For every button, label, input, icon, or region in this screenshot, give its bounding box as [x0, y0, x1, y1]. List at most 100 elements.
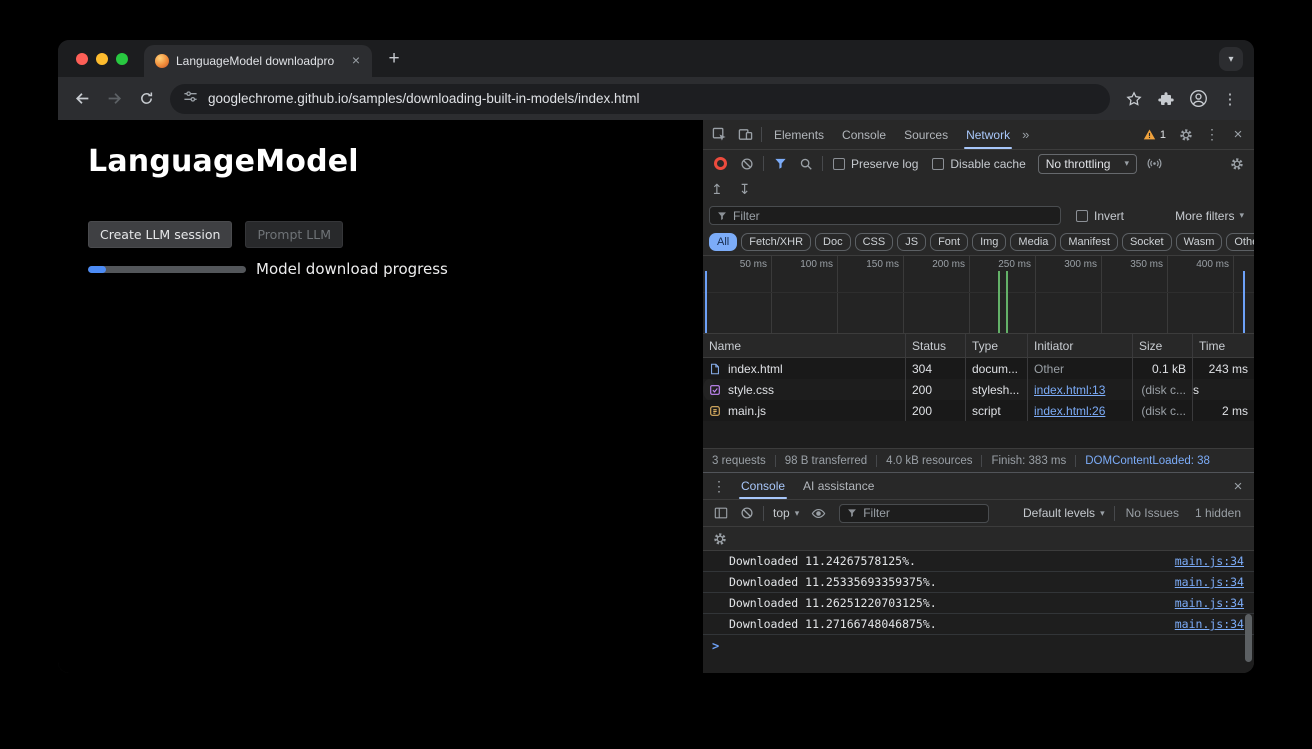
network-filter-input[interactable]: [733, 209, 1053, 223]
macos-fullscreen-button[interactable]: [116, 53, 128, 65]
back-button[interactable]: [66, 83, 98, 115]
tab-close-icon[interactable]: ×: [348, 53, 364, 69]
filter-chip-font[interactable]: Font: [930, 233, 968, 251]
prompt-llm-button[interactable]: Prompt LLM: [245, 221, 343, 248]
column-header-time[interactable]: Time: [1192, 334, 1254, 357]
import-har-button[interactable]: ↥: [711, 181, 723, 198]
scrollbar-thumb[interactable]: [1245, 614, 1252, 662]
network-filter-input-box[interactable]: [709, 206, 1061, 225]
drawer-close-button[interactable]: ×: [1225, 474, 1251, 498]
network-overview-timeline[interactable]: 50 ms 100 ms 150 ms 200 ms 250 ms 300 ms…: [703, 255, 1254, 334]
table-row[interactable]: index.html 304 docum... Other 0.1 kB 243…: [703, 358, 1254, 379]
inspect-element-button[interactable]: [706, 123, 732, 147]
filter-chip-all[interactable]: All: [709, 233, 737, 251]
export-har-button[interactable]: ↧: [739, 181, 751, 198]
filter-chip-fetch-xhr[interactable]: Fetch/XHR: [741, 233, 811, 251]
filter-chip-manifest[interactable]: Manifest: [1060, 233, 1118, 251]
url-text: googlechrome.github.io/samples/downloadi…: [208, 91, 640, 106]
filter-chip-media[interactable]: Media: [1010, 233, 1056, 251]
timeline-gridline: [771, 256, 772, 333]
tab-console[interactable]: Console: [833, 120, 895, 149]
reload-button[interactable]: [130, 83, 162, 115]
initiator-link[interactable]: index.html:26: [1034, 404, 1105, 418]
clear-network-log-button[interactable]: [734, 152, 760, 176]
tab-network[interactable]: Network: [957, 120, 1019, 149]
initiator-cell: Other: [1027, 358, 1132, 379]
tab-search-chevron-icon[interactable]: ▾: [1219, 47, 1243, 71]
filter-toggle-button[interactable]: [767, 152, 793, 176]
clear-console-button[interactable]: [734, 501, 760, 525]
forward-button[interactable]: [98, 83, 130, 115]
avatar-icon: [1189, 89, 1208, 108]
drawer-tab-ai-assistance[interactable]: AI assistance: [794, 473, 883, 499]
browser-tab[interactable]: LanguageModel downloadpro ×: [144, 45, 372, 77]
column-header-initiator[interactable]: Initiator: [1027, 334, 1132, 357]
column-header-type[interactable]: Type: [965, 334, 1027, 357]
disable-cache-checkbox[interactable]: Disable cache: [925, 157, 1032, 171]
page-title: LanguageModel: [88, 144, 359, 179]
drawer-tab-console[interactable]: Console: [732, 473, 794, 499]
site-settings-icon[interactable]: [183, 89, 198, 109]
drawer-menu-button[interactable]: ⋮: [706, 474, 732, 498]
preserve-log-checkbox[interactable]: Preserve log: [826, 157, 925, 171]
macos-minimize-button[interactable]: [96, 53, 108, 65]
initiator-link[interactable]: index.html:13: [1034, 383, 1105, 397]
live-expression-button[interactable]: [805, 501, 831, 525]
context-value: top: [773, 506, 790, 520]
tab-favicon-icon: [155, 54, 169, 68]
network-conditions-button[interactable]: [1142, 152, 1168, 176]
tab-sources[interactable]: Sources: [895, 120, 957, 149]
network-search-button[interactable]: [793, 152, 819, 176]
table-row[interactable]: style.css 200 stylesh... index.html:13 (…: [703, 379, 715, 400]
network-settings-button[interactable]: [1224, 152, 1250, 176]
record-network-log-button[interactable]: [714, 157, 727, 170]
more-tabs-icon[interactable]: »: [1019, 127, 1032, 142]
tab-elements[interactable]: Elements: [765, 120, 833, 149]
filter-chip-wasm[interactable]: Wasm: [1176, 233, 1223, 251]
console-source-link[interactable]: main.js:34: [1175, 596, 1244, 610]
column-header-status[interactable]: Status: [905, 334, 965, 357]
filter-chip-doc[interactable]: Doc: [815, 233, 851, 251]
console-source-link[interactable]: main.js:34: [1175, 554, 1244, 568]
console-source-link[interactable]: main.js:34: [1175, 617, 1244, 631]
column-header-size[interactable]: Size: [1132, 334, 1192, 357]
more-filters-dropdown[interactable]: More filters ▾: [1175, 209, 1248, 223]
column-header-name[interactable]: Name: [703, 334, 905, 357]
devtools-menu-button[interactable]: ⋮: [1199, 123, 1225, 147]
macos-close-button[interactable]: [76, 53, 88, 65]
sidebar-icon: [714, 506, 728, 520]
bookmark-star-button[interactable]: [1118, 83, 1150, 115]
search-icon: [799, 157, 813, 171]
document-file-icon: [709, 362, 722, 375]
console-prompt[interactable]: >: [703, 635, 1254, 657]
console-source-link[interactable]: main.js:34: [1175, 575, 1244, 589]
profile-button[interactable]: [1182, 83, 1214, 115]
console-settings-button[interactable]: [707, 527, 733, 551]
browser-menu-button[interactable]: ⋮: [1214, 83, 1246, 115]
new-tab-button[interactable]: +: [380, 45, 408, 73]
filter-chip-img[interactable]: Img: [972, 233, 1006, 251]
console-filter-input-box[interactable]: [839, 504, 989, 523]
network-summary-bar: 3 requests 98 B transferred 4.0 kB resou…: [703, 448, 1254, 472]
devtools-settings-button[interactable]: [1173, 123, 1199, 147]
console-filter-input[interactable]: [863, 506, 981, 520]
devtools-close-button[interactable]: ×: [1225, 123, 1251, 147]
model-download-progress-bar: [88, 266, 246, 273]
issues-badge[interactable]: 1: [1136, 128, 1173, 141]
throttling-select[interactable]: No throttling ▾: [1038, 154, 1137, 174]
invert-checkbox[interactable]: Invert: [1069, 209, 1131, 223]
filter-chip-js[interactable]: JS: [897, 233, 926, 251]
filter-chip-other[interactable]: Other: [1226, 233, 1254, 251]
extensions-button[interactable]: [1150, 83, 1182, 115]
log-levels-select[interactable]: Default levels ▾: [1017, 506, 1111, 520]
filter-chip-socket[interactable]: Socket: [1122, 233, 1172, 251]
hidden-messages-count[interactable]: 1 hidden: [1187, 506, 1249, 520]
address-bar[interactable]: googlechrome.github.io/samples/downloadi…: [170, 84, 1110, 114]
create-llm-session-button[interactable]: Create LLM session: [88, 221, 232, 248]
javascript-context-select[interactable]: top ▾: [767, 506, 805, 520]
console-sidebar-toggle-button[interactable]: [708, 501, 734, 525]
table-row[interactable]: main.js 200 script index.html:26 (disk c…: [703, 400, 1254, 421]
filter-chip-css[interactable]: CSS: [855, 233, 894, 251]
device-toolbar-button[interactable]: [732, 123, 758, 147]
issues-status[interactable]: No Issues: [1118, 506, 1187, 520]
